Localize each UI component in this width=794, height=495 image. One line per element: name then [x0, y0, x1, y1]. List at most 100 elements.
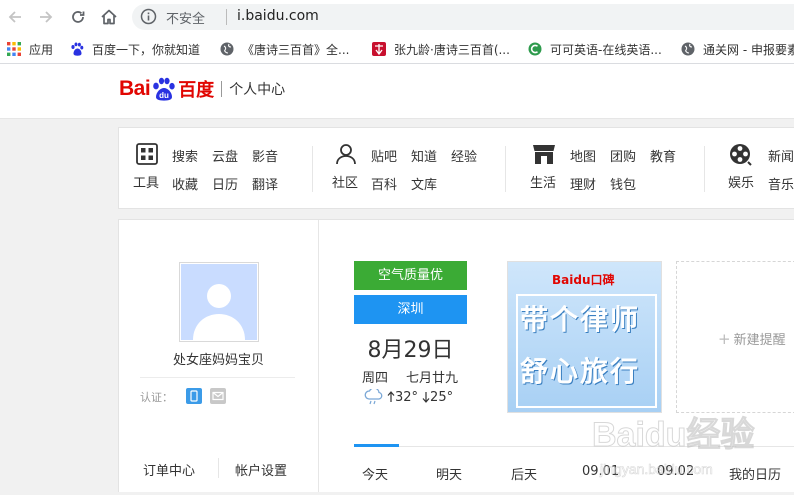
new-reminder-button[interactable]: + 新建提醒: [676, 261, 794, 413]
service-link-tuangou[interactable]: 团购: [610, 146, 636, 165]
service-link-zhidao[interactable]: 知道: [411, 146, 437, 165]
service-link-tieba[interactable]: 贴吧: [371, 146, 397, 165]
service-group-life: 生活 地图 团购 教育 理财 钱包: [515, 128, 705, 208]
bookmark-baidu[interactable]: 百度一下，你就知道: [70, 40, 200, 58]
address-bar[interactable]: 不安全 i.baidu.com: [132, 4, 794, 30]
forward-button[interactable]: [34, 5, 58, 29]
service-group-label[interactable]: 娱乐: [728, 172, 754, 191]
advertisement-banner[interactable]: Baidu口碑 带个律师 舒心旅行: [507, 261, 662, 413]
city-button[interactable]: 深圳: [354, 295, 467, 324]
tab-today[interactable]: 今天: [362, 464, 388, 483]
default-avatar-icon: [181, 264, 257, 340]
temperature-range: 32° 25°: [364, 389, 453, 405]
temperature-low: 25°: [430, 389, 454, 405]
shop-icon[interactable]: [529, 142, 559, 170]
service-link-calendar[interactable]: 日历: [212, 174, 238, 193]
service-link-education[interactable]: 教育: [650, 146, 676, 165]
lunar-date: 七月廿九: [406, 371, 459, 386]
service-link-news[interactable]: 新闻: [768, 146, 794, 165]
bookmark-label: 百度一下，你就知道: [92, 42, 201, 57]
service-link-baike[interactable]: 百科: [371, 174, 397, 193]
service-link-finance[interactable]: 理财: [570, 174, 596, 193]
globe-icon: [681, 42, 695, 56]
back-button[interactable]: [3, 5, 27, 29]
new-reminder-text: + 新建提醒: [718, 329, 786, 348]
film-reel-icon[interactable]: [725, 142, 755, 170]
bookmark-kekeenglish[interactable]: 可可英语-在线英语...: [528, 40, 662, 58]
weekday: 周四: [362, 371, 389, 386]
avatar[interactable]: [179, 262, 259, 342]
service-link-search[interactable]: 搜索: [172, 146, 198, 165]
baidu-paw-icon: [71, 42, 84, 56]
verify-label: 认证：: [140, 391, 173, 404]
service-link-jingyan[interactable]: 经验: [451, 146, 477, 165]
baidu-logo[interactable]: Bai du 百度 个人中心: [119, 76, 285, 102]
security-label[interactable]: 不安全: [166, 8, 205, 27]
divider: [218, 458, 219, 478]
active-tab-indicator: [354, 444, 399, 447]
service-group-entertainment: 娱乐 新闻 音乐: [713, 128, 794, 208]
service-link-favorites[interactable]: 收藏: [172, 174, 198, 193]
tab-day-after[interactable]: 后天: [511, 464, 537, 483]
service-group-label[interactable]: 工具: [133, 172, 159, 191]
divider: [704, 146, 705, 192]
tab-tomorrow[interactable]: 明天: [436, 464, 462, 483]
service-group-label[interactable]: 社区: [332, 172, 358, 191]
ad-headline: 带个律师: [520, 303, 641, 336]
person-icon[interactable]: [331, 142, 361, 170]
divider: [505, 146, 506, 192]
air-quality-badge: 空气质量优: [354, 261, 467, 290]
baidu-paw-icon: du: [153, 77, 175, 101]
home-button[interactable]: [97, 5, 121, 29]
service-link-music[interactable]: 音乐: [768, 174, 794, 193]
bookmark-tangshi[interactable]: 《唐诗三百首》全...: [220, 40, 349, 58]
divider: [312, 146, 313, 192]
arrow-right-icon: [40, 11, 53, 23]
globe-icon: [220, 42, 234, 56]
service-group-label[interactable]: 生活: [530, 172, 556, 191]
logo-du-text: du: [159, 91, 169, 100]
account-settings-link[interactable]: 帐户设置: [235, 460, 287, 479]
service-link-wenku[interactable]: 文库: [411, 174, 437, 193]
baidu-jingyan-watermark: Baidu经验 jingyan.baidu.com: [586, 404, 794, 491]
bookmark-label: 《唐诗三百首》全...: [242, 42, 350, 57]
bookmark-tongguan[interactable]: 通关网 - 申报要素: [681, 40, 794, 58]
new-reminder-label: 新建提醒: [733, 333, 786, 348]
service-group-tools: 工具 搜索 云盘 影音 收藏 日历 翻译: [119, 128, 319, 208]
grid-icon[interactable]: [132, 142, 162, 170]
service-link-media[interactable]: 影音: [252, 146, 278, 165]
service-group-community: 社区 贴吧 知道 经验 百科 文库: [317, 128, 507, 208]
bookmarks-bar: 应用 百度一下，你就知道 《唐诗三百首》全... 张九龄·唐诗三百首(... 可…: [0, 34, 794, 64]
email-icon[interactable]: [210, 388, 226, 404]
phone-verified-icon[interactable]: [186, 388, 202, 404]
bookmark-label: 可可英语-在线英语...: [550, 42, 662, 57]
current-date: 8月29日: [367, 338, 454, 363]
bookmark-label: 张九龄·唐诗三百首(...: [394, 42, 510, 57]
service-link-map[interactable]: 地图: [570, 146, 596, 165]
orders-link[interactable]: 订单中心: [143, 460, 195, 479]
bookmark-apps[interactable]: 应用: [7, 40, 53, 58]
ad-logo: Baidu口碑: [552, 273, 615, 287]
profile-card: 处女座妈妈宝贝 认证： 订单中心 帐户设置: [119, 220, 319, 492]
reload-button[interactable]: [66, 5, 90, 29]
arrow-down-icon: [422, 392, 430, 403]
divider: [226, 9, 227, 25]
bookmark-label: 通关网 - 申报要素: [703, 42, 794, 57]
service-link-cloud[interactable]: 云盘: [212, 146, 238, 165]
url-text[interactable]: i.baidu.com: [237, 8, 319, 24]
watermark-url: jingyan.baidu.com: [599, 461, 713, 477]
temperature-high: 32°: [395, 389, 419, 405]
browser-toolbar: 不安全 i.baidu.com: [0, 0, 794, 34]
logo-bai-text: Bai: [119, 77, 151, 100]
watermark-brand: Baidu经验: [592, 415, 754, 454]
bookmark-zhangjiuling[interactable]: 张九龄·唐诗三百首(...: [372, 40, 510, 58]
logo-cn-text: 百度: [178, 80, 215, 101]
divider: [140, 377, 295, 378]
home-icon: [101, 9, 117, 25]
kekeenglish-icon: [528, 42, 542, 56]
info-icon[interactable]: [140, 8, 157, 29]
ad-tagline: 舒心旅行: [520, 355, 641, 388]
service-link-wallet[interactable]: 钱包: [610, 174, 636, 193]
username[interactable]: 处女座妈妈宝贝: [119, 349, 318, 368]
service-link-translate[interactable]: 翻译: [252, 174, 278, 193]
